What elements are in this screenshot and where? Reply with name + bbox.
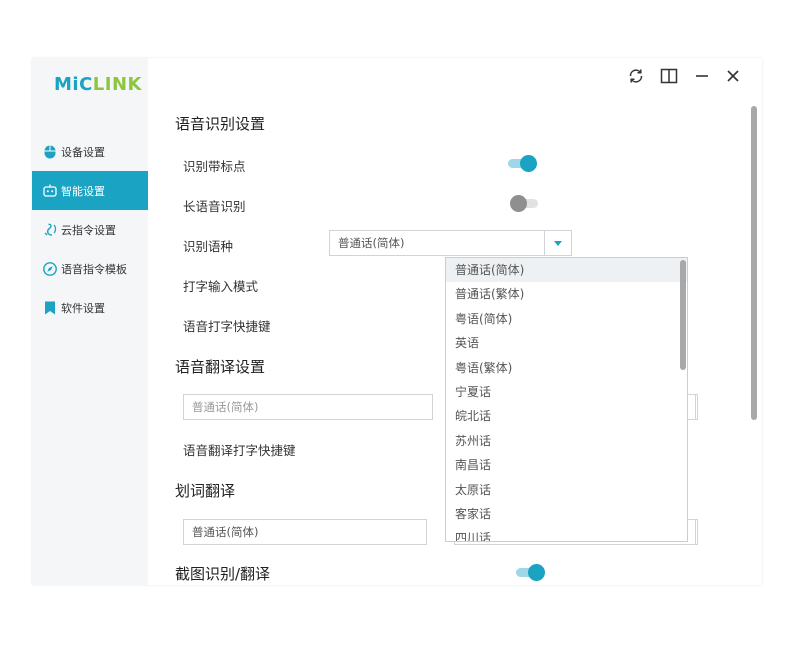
dropdown-options: 普通话(简体) 普通话(繁体) 粤语(简体) 英语 粤语(繁体) 宁夏话 皖北话 苏州话 南昌话…	[446, 258, 687, 541]
sidebar-item-label: 设备设置	[61, 145, 105, 159]
logo-part2: LINK	[92, 74, 142, 95]
dropdown-option[interactable]: 南昌话	[446, 453, 687, 477]
dropdown-option[interactable]: 普通话(繁体)	[446, 282, 687, 306]
dropdown-option[interactable]: 普通话(简体)	[446, 258, 687, 283]
logo-part1: MiC	[54, 74, 93, 95]
section-title-recognition: 语音识别设置	[175, 115, 266, 133]
robot-icon	[43, 184, 57, 198]
translation-source-select[interactable]: 普通话(简体)	[183, 394, 433, 420]
sidebar-item-cloud-commands[interactable]: 云指令设置	[32, 210, 148, 249]
dropdown-option[interactable]: 皖北话	[446, 404, 687, 428]
sidebar-item-label: 智能设置	[61, 184, 105, 198]
sidebar-item-device-settings[interactable]: 设备设置	[32, 132, 148, 171]
sidebar-item-software-settings[interactable]: 软件设置	[32, 288, 148, 327]
dropdown-option[interactable]: 太原话	[446, 478, 687, 502]
long-voice-label: 长语音识别	[183, 199, 246, 214]
punctuation-label: 识别带标点	[183, 159, 246, 174]
sidebar-item-label: 云指令设置	[61, 223, 116, 237]
section-title-translation: 语音翻译设置	[175, 358, 266, 376]
language-dropdown-list[interactable]: 普通话(简体) 普通话(繁体) 粤语(简体) 英语 粤语(繁体) 宁夏话 皖北话 苏州话 南昌话…	[445, 257, 688, 542]
sidebar-item-label: 软件设置	[61, 301, 105, 315]
screenshot-toggle[interactable]	[516, 564, 545, 581]
language-label: 识别语种	[183, 239, 234, 254]
sidebar: MiCLINK 设备设置 智能设置 云指令设置 语音指令模板 软件设置	[32, 58, 148, 585]
dropdown-option[interactable]: 粤语(繁体)	[446, 356, 687, 380]
dropdown-option[interactable]: 苏州话	[446, 429, 687, 453]
long-voice-toggle[interactable]	[510, 195, 538, 212]
input-mode-label: 打字输入模式	[183, 279, 259, 294]
sidebar-item-label: 语音指令模板	[61, 262, 127, 276]
miclink-logo: MiCLINK	[54, 74, 142, 95]
language-dropdown-button[interactable]	[544, 230, 572, 256]
dropdown-option[interactable]: 客家话	[446, 502, 687, 526]
mouse-icon	[43, 145, 57, 159]
settings-content: 语音识别设置 识别带标点 长语音识别 识别语种 普通话(简体) 打字输入模式 语…	[148, 58, 754, 585]
dropdown-scrollbar[interactable]	[680, 260, 686, 370]
sidebar-item-voice-templates[interactable]: 语音指令模板	[32, 249, 148, 288]
language-select[interactable]: 普通话(简体)	[329, 230, 545, 256]
main-scrollbar[interactable]	[751, 106, 757, 420]
chevron-down-icon	[554, 240, 562, 246]
word-translation-source-select[interactable]: 普通话(简体)	[183, 519, 427, 545]
translation-hotkey-label: 语音翻译打字快捷键	[183, 443, 296, 458]
sidebar-item-smart-settings[interactable]: 智能设置	[32, 171, 148, 210]
voice-typing-hotkey-label: 语音打字快捷键	[183, 319, 271, 334]
dropdown-option[interactable]: 四川话	[446, 526, 687, 541]
section-title-screenshot: 截图识别/翻译	[175, 565, 271, 583]
dropdown-option[interactable]: 英语	[446, 331, 687, 355]
compass-icon	[43, 261, 57, 276]
dropdown-option[interactable]: 粤语(简体)	[446, 307, 687, 331]
app-window: MiCLINK 设备设置 智能设置 云指令设置 语音指令模板 软件设置 语音识别…	[32, 58, 762, 585]
dropdown-option[interactable]: 宁夏话	[446, 380, 687, 404]
voice-icon	[43, 223, 57, 237]
section-title-word-translation: 划词翻译	[175, 482, 236, 500]
bookmark-icon	[43, 301, 57, 315]
punctuation-toggle[interactable]	[508, 155, 537, 172]
